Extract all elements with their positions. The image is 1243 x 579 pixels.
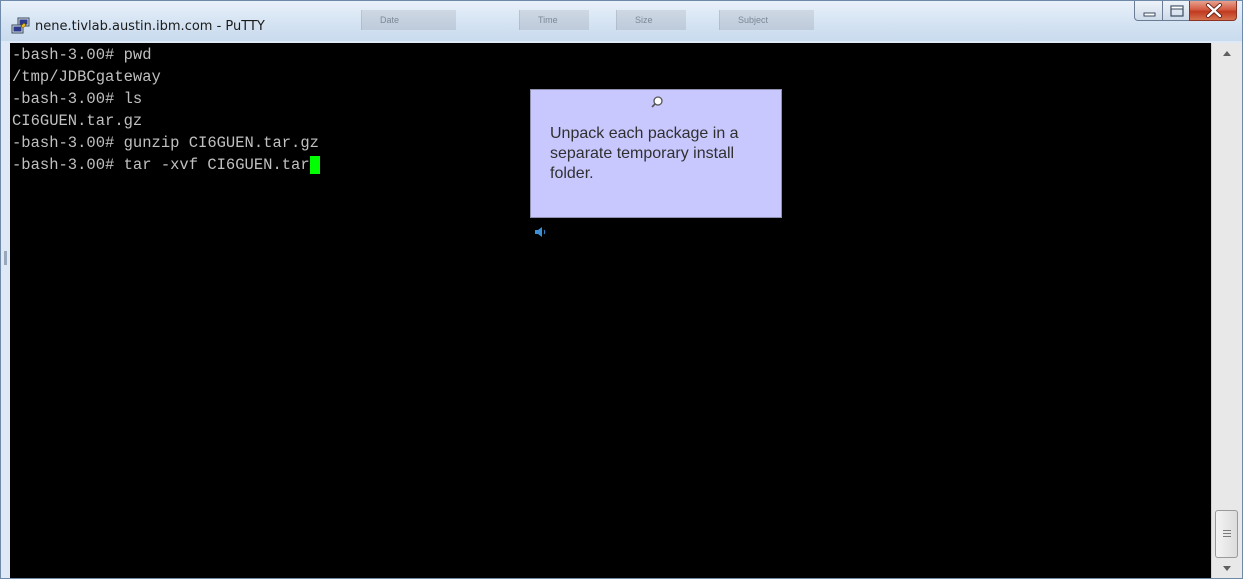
scroll-up-arrow-icon: [1223, 51, 1231, 56]
ghost-header-subject: Subject: [719, 10, 814, 30]
scroll-up-button[interactable]: [1212, 43, 1242, 63]
terminal-line: CI6GUEN.tar.gz: [12, 112, 143, 130]
speaker-icon[interactable]: [534, 225, 548, 243]
tutorial-callout: Unpack each package in a separate tempor…: [530, 89, 782, 218]
ghost-header-time: Time: [519, 10, 589, 30]
terminal-line: -bash-3.00# ls: [12, 90, 143, 108]
title-bar[interactable]: nene.tivlab.austin.ibm.com - PuTTY Date …: [1, 1, 1242, 41]
grip-line: [1223, 530, 1231, 531]
close-icon: [1206, 3, 1222, 18]
window-controls: [1134, 1, 1238, 23]
ghost-header-date: Date: [361, 10, 456, 30]
maximize-button[interactable]: [1162, 1, 1190, 21]
terminal-cursor: [309, 156, 320, 174]
putty-window: nene.tivlab.austin.ibm.com - PuTTY Date …: [0, 0, 1243, 579]
terminal-line: -bash-3.00# gunzip CI6GUEN.tar.gz: [12, 134, 319, 152]
window-title: nene.tivlab.austin.ibm.com - PuTTY: [35, 19, 265, 34]
grip-line: [1223, 536, 1231, 537]
grip-line: [1223, 533, 1231, 534]
terminal-current-command: -bash-3.00# tar -xvf CI6GUEN.tar: [12, 156, 310, 174]
terminal-prompt-line: -bash-3.00# tar -xvf CI6GUEN.tar: [12, 156, 320, 174]
minimize-icon: [1143, 12, 1156, 17]
scroll-thumb[interactable]: [1215, 510, 1238, 558]
close-button[interactable]: [1189, 1, 1237, 21]
vertical-scrollbar[interactable]: [1211, 43, 1242, 578]
minimize-button[interactable]: [1134, 1, 1163, 21]
scroll-down-arrow-icon: [1223, 566, 1231, 571]
terminal-line: /tmp/JDBCgateway: [12, 68, 161, 86]
callout-text: Unpack each package in a separate tempor…: [550, 125, 739, 182]
ghost-header-size: Size: [616, 10, 686, 30]
putty-icon[interactable]: [11, 17, 31, 35]
magnifier-icon: [650, 95, 664, 114]
terminal-line: -bash-3.00# pwd: [12, 46, 152, 64]
maximize-icon: [1170, 5, 1184, 17]
scroll-down-button[interactable]: [1212, 558, 1242, 578]
frame-resize-mark: [4, 251, 7, 265]
